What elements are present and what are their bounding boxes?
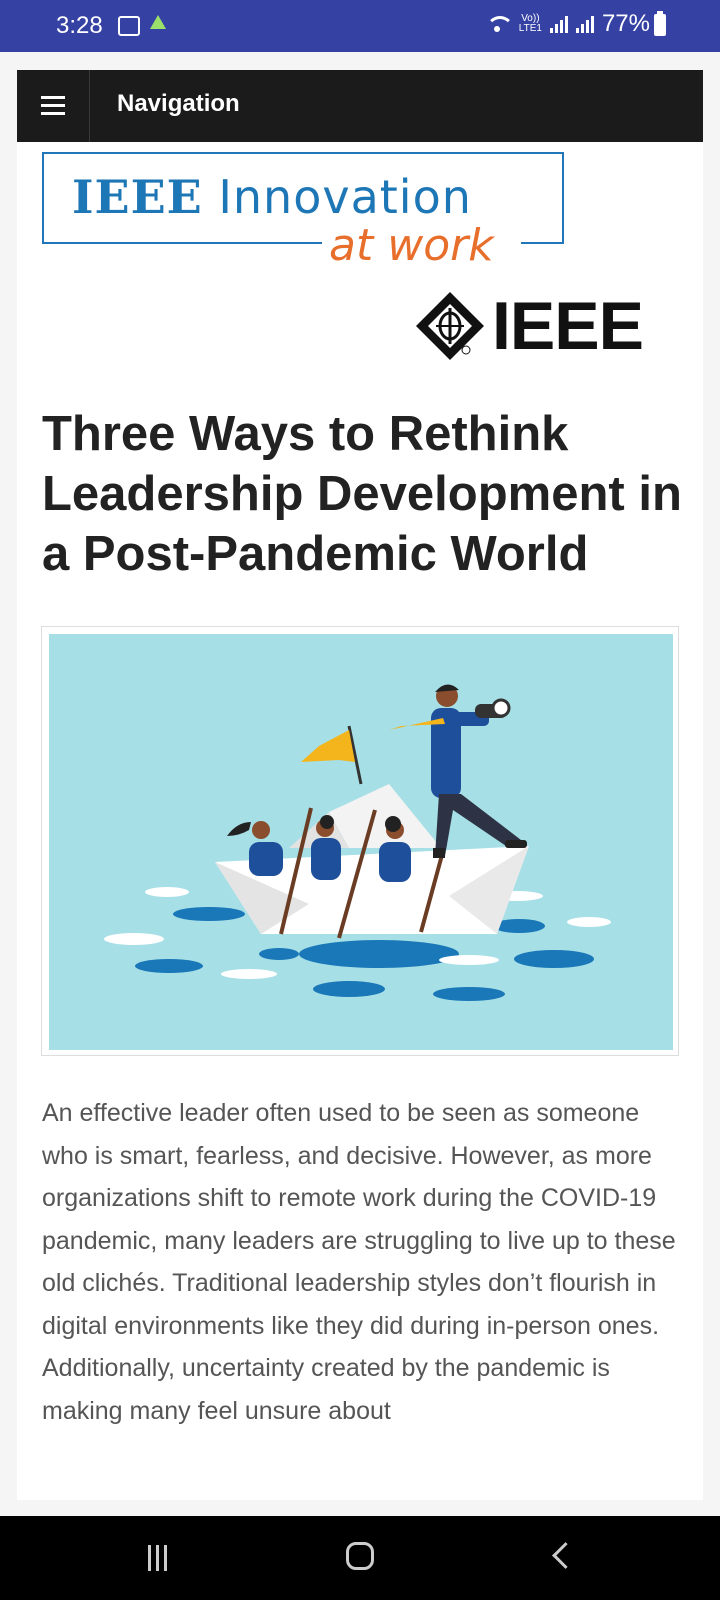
wifi-icon: [485, 14, 514, 34]
article-hero-image[interactable]: [41, 626, 679, 1056]
ieee-wordmark: IEEE: [492, 288, 644, 364]
ieee-diamond-icon: [416, 292, 484, 360]
back-icon[interactable]: [552, 1542, 579, 1569]
navigation-label[interactable]: Navigation: [117, 90, 240, 118]
navigation-bar: Navigation: [17, 70, 703, 142]
ieee-logo[interactable]: IEEE: [414, 290, 654, 362]
leadership-boat-illustration: [49, 634, 673, 1050]
hamburger-icon[interactable]: [17, 70, 90, 142]
article-body: An effective leader often used to be see…: [42, 1099, 676, 1425]
home-icon[interactable]: [346, 1542, 374, 1570]
gallery-icon: [118, 16, 140, 36]
battery-icon: [654, 11, 666, 36]
battery-percentage: 77%: [601, 10, 650, 37]
system-navigation-bar: [0, 1516, 720, 1600]
recent-apps-icon[interactable]: [148, 1545, 174, 1571]
volte-indicator: Vo)) LTE1: [518, 13, 542, 34]
logo-tagline: at work: [329, 220, 494, 271]
signal-icon: [549, 15, 568, 33]
status-bar: 3:28 Vo)) LTE1 77%: [0, 0, 720, 52]
web-page[interactable]: Navigation IEEE Innovation at work IEEE …: [17, 70, 703, 1500]
status-time: 3:28: [56, 12, 103, 39]
signal-icon: [575, 15, 594, 33]
drive-icon: [150, 15, 166, 29]
status-indicators: Vo)) LTE1 77%: [485, 10, 650, 38]
article-title: Three Ways to Rethink Leadership Develop…: [42, 407, 682, 581]
logo-title: IEEE Innovation: [72, 170, 472, 224]
